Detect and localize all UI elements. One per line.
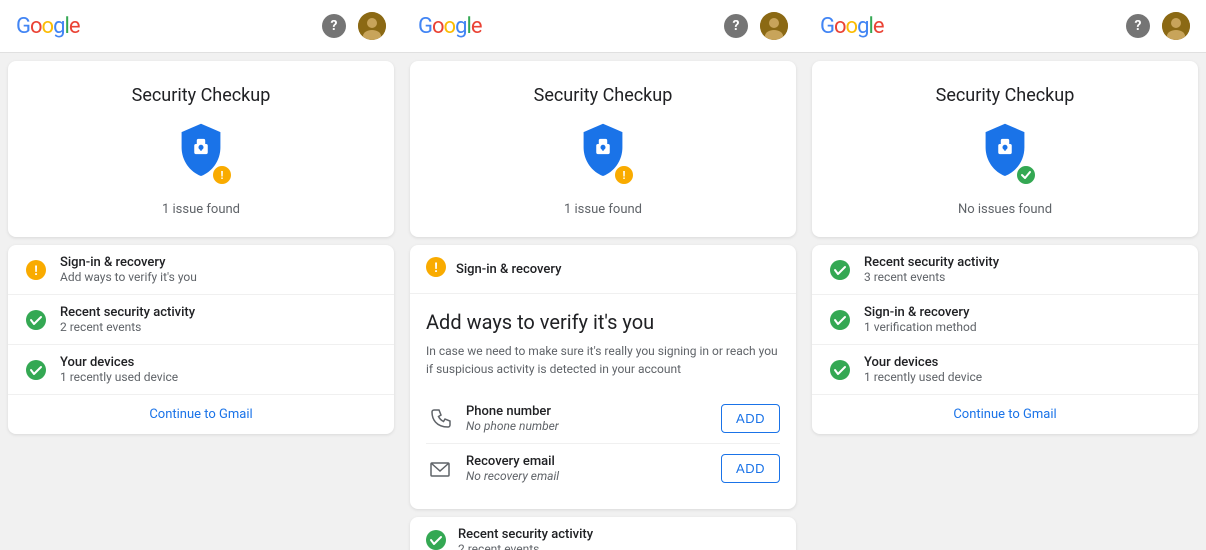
svg-text:!: ! [221,169,224,182]
issue-text-1: 1 issue found [162,202,240,217]
warning-icon-1: ! [24,258,48,282]
list-item-activity-1[interactable]: Recent security activity 2 recent events [8,295,394,345]
checkup-title-1: Security Checkup [132,85,271,106]
section-header-text-2: Sign-in & recovery [456,262,561,277]
check-icon-activity-1 [24,308,48,332]
devices-text-1: Your devices 1 recently used device [60,355,378,384]
list-item-signin-1[interactable]: ! Sign-in & recovery Add ways to verify … [8,245,394,295]
issue-text-3: No issues found [958,202,1052,217]
checkup-card-1: Security Checkup ! 1 issue found [8,61,394,237]
svg-text:!: ! [34,264,38,279]
issue-text-2: 1 issue found [564,202,642,217]
help-icon-3[interactable]: ? [1126,14,1150,38]
panel-3: Google ? Security Checkup [804,0,1206,550]
badge-success-3 [1015,164,1037,186]
devices-subtitle-1: 1 recently used device [60,370,378,384]
svg-text:!: ! [434,261,438,276]
list-item-devices-1[interactable]: Your devices 1 recently used device [8,345,394,395]
activity-subtitle-3: 3 recent events [864,270,1182,284]
expand-desc-2: In case we need to make sure it's really… [426,342,780,378]
avatar-2[interactable] [760,12,788,40]
devices-title-1: Your devices [60,355,378,370]
email-icon [426,455,454,483]
continue-link-3[interactable]: Continue to Gmail [812,395,1198,434]
check-icon-devices-3 [828,358,852,382]
help-icon-1[interactable]: ? [322,14,346,38]
signin-text-3: Sign-in & recovery 1 verification method [864,305,1182,334]
continue-link-1[interactable]: Continue to Gmail [8,395,394,434]
signin-title-3: Sign-in & recovery [864,305,1182,320]
signin-subtitle-3: 1 verification method [864,320,1182,334]
panel-1: Google ? Security Checkup ! [0,0,402,550]
shield-container-1: ! [169,122,233,186]
signin-title-1: Sign-in & recovery [60,255,378,270]
google-logo-2: Google [418,14,481,39]
bottom-list-item-2[interactable]: Recent security activity 2 recent events [410,517,796,550]
bottom-card-2: Recent security activity 2 recent events [410,517,796,550]
devices-subtitle-3: 1 recently used device [864,370,1182,384]
signin-text-1: Sign-in & recovery Add ways to verify it… [60,255,378,284]
list-item-devices-3[interactable]: Your devices 1 recently used device [812,345,1198,395]
header-3: Google ? [804,0,1206,53]
list-item-activity-3[interactable]: Recent security activity 3 recent events [812,245,1198,295]
phone-subtitle: No phone number [466,419,709,433]
panel-3-content: Security Checkup No issues found [804,53,1206,550]
check-icon-devices-1 [24,358,48,382]
badge-warning-1: ! [211,164,233,186]
panel-2: Google ? Security Checkup ! [402,0,804,550]
email-title: Recovery email [466,454,709,469]
phone-title: Phone number [466,404,709,419]
avatar-1[interactable] [358,12,386,40]
expanded-card-2: ! Sign-in & recovery Add ways to verify … [410,245,796,509]
devices-text-3: Your devices 1 recently used device [864,355,1182,384]
checkup-card-3: Security Checkup No issues found [812,61,1198,237]
list-card-3: Recent security activity 3 recent events… [812,245,1198,434]
shield-container-2: ! [571,122,635,186]
checkup-title-2: Security Checkup [534,85,673,106]
activity-subtitle-1: 2 recent events [60,320,378,334]
check-icon-activity-3 [828,258,852,282]
badge-warning-2: ! [613,164,635,186]
panel-1-content: Security Checkup ! 1 issue found ! [0,53,402,550]
signin-subtitle-1: Add ways to verify it's you [60,270,378,284]
shield-container-3 [973,122,1037,186]
help-icon-2[interactable]: ? [724,14,748,38]
svg-text:!: ! [623,169,626,182]
bottom-subtitle-2: 2 recent events [458,542,780,550]
google-logo-3: Google [820,14,883,39]
email-recovery-item: Recovery email No recovery email ADD [426,444,780,493]
list-item-signin-3[interactable]: Sign-in & recovery 1 verification method [812,295,1198,345]
section-header-2: ! Sign-in & recovery [410,245,796,294]
list-card-1: ! Sign-in & recovery Add ways to verify … [8,245,394,434]
activity-title-1: Recent security activity [60,305,378,320]
phone-icon [426,405,454,433]
header-2: Google ? [402,0,804,53]
header-icons-3: ? [1126,12,1190,40]
activity-title-3: Recent security activity [864,255,1182,270]
panel-2-content: Security Checkup ! 1 issue found ! [402,53,804,550]
add-email-button[interactable]: ADD [721,454,780,483]
activity-text-1: Recent security activity 2 recent events [60,305,378,334]
email-subtitle: No recovery email [466,469,709,483]
devices-title-3: Your devices [864,355,1182,370]
activity-text-3: Recent security activity 3 recent events [864,255,1182,284]
email-text: Recovery email No recovery email [466,454,709,483]
expanded-body-2: Add ways to verify it's you In case we n… [410,294,796,509]
expand-title-2: Add ways to verify it's you [426,310,780,334]
warning-icon-section-2: ! [426,257,446,281]
bottom-title-2: Recent security activity [458,527,780,542]
google-logo-1: Google [16,14,79,39]
check-icon-bottom-2 [426,530,446,550]
header-icons-1: ? [322,12,386,40]
bottom-text-2: Recent security activity 2 recent events [458,527,780,550]
checkup-title-3: Security Checkup [936,85,1075,106]
add-phone-button[interactable]: ADD [721,404,780,433]
check-icon-signin-3 [828,308,852,332]
phone-recovery-item: Phone number No phone number ADD [426,394,780,444]
avatar-3[interactable] [1162,12,1190,40]
phone-text: Phone number No phone number [466,404,709,433]
header-1: Google ? [0,0,402,53]
checkup-card-2: Security Checkup ! 1 issue found [410,61,796,237]
header-icons-2: ? [724,12,788,40]
